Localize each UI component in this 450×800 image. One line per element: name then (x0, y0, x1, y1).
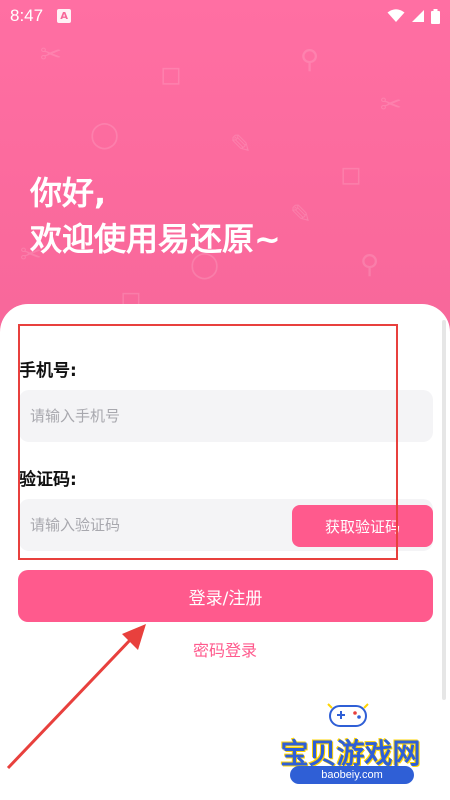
watermark-logo: 宝贝游戏网 baobeiy.com (278, 700, 423, 790)
annotation-arrow (6, 624, 146, 770)
game-controller-icon (327, 703, 369, 727)
watermark-url: baobeiy.com (290, 766, 414, 784)
